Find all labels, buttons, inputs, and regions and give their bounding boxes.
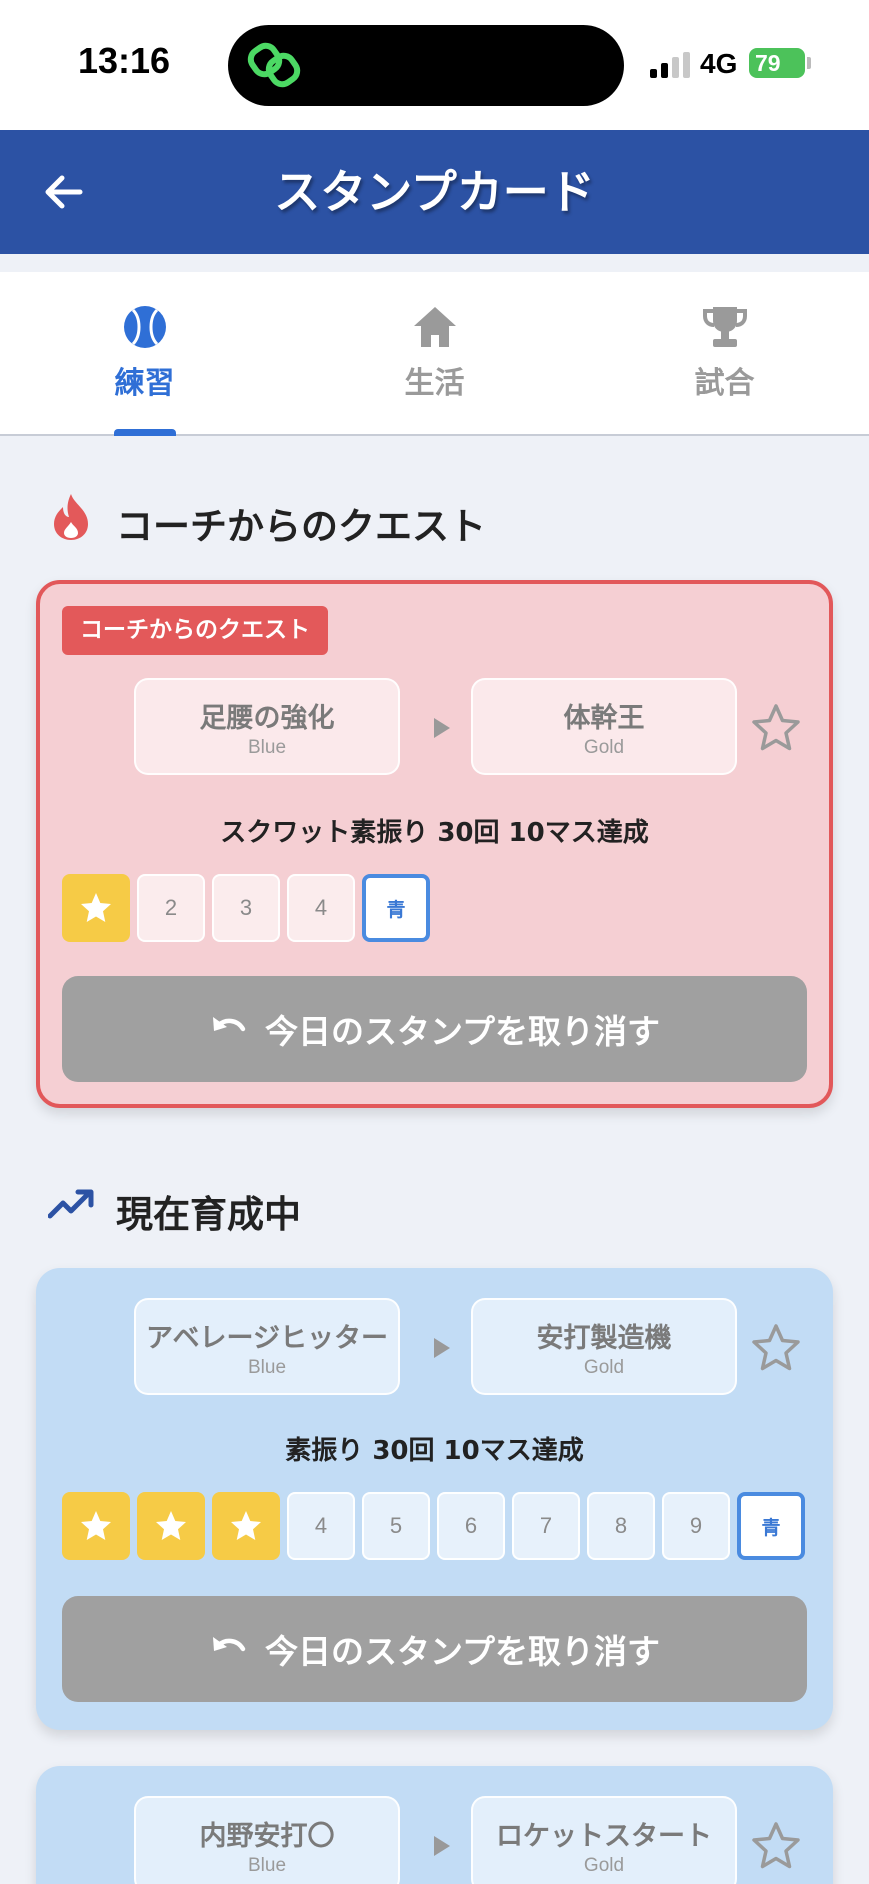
skill-from-box: 足腰の強化 Blue	[134, 678, 400, 775]
baseball-icon	[123, 306, 166, 348]
skill-from-box: アベレージヒッター Blue	[134, 1298, 400, 1395]
arrow-right-icon	[434, 718, 450, 738]
star-outline-icon[interactable]	[750, 702, 802, 754]
network-type: 4G	[700, 48, 738, 79]
section-title: 現在育成中	[116, 1193, 301, 1236]
training-goal-text: 素振り 30回 10マス達成	[285, 1436, 584, 1466]
skill-rank: Blue	[247, 737, 287, 758]
tab-bar: 練習 生活 試合	[0, 272, 869, 436]
quest-card: コーチからのクエスト 足腰の強化 Blue 体幹王 Gold スクワット素振り …	[36, 580, 833, 1108]
skill-rank: Gold	[583, 737, 625, 758]
stamp-empty[interactable]: 8	[587, 1492, 655, 1560]
stamp-empty[interactable]: 6	[437, 1492, 505, 1560]
star-outline-icon[interactable]	[750, 1820, 802, 1872]
skill-to-box: ロケットスタート Gold	[471, 1796, 737, 1884]
undo-stamp-button[interactable]: 今日のスタンプを取り消す	[62, 1596, 807, 1702]
trophy-icon	[702, 307, 747, 347]
skill-name: 体幹王	[563, 703, 645, 734]
stamp-empty[interactable]: 4	[287, 874, 355, 942]
star-icon	[231, 1511, 261, 1540]
star-icon	[81, 893, 111, 922]
stamp-empty[interactable]: 9	[662, 1492, 730, 1560]
skill-name: アベレージヒッター	[146, 1323, 388, 1354]
trending-up-icon	[48, 1189, 94, 1219]
training-card: アベレージヒッター Blue 安打製造機 Gold 素振り 30回 10マス達成…	[36, 1268, 833, 1730]
page-title: スタンプカード	[274, 165, 595, 219]
skill-to-box: 体幹王 Gold	[471, 678, 737, 775]
dynamic-island	[228, 25, 624, 106]
undo-label: 今日のスタンプを取り消す	[264, 1012, 660, 1051]
fire-icon	[54, 494, 88, 540]
stamp-empty[interactable]: 7	[512, 1492, 580, 1560]
link-app-icon	[247, 42, 301, 88]
back-arrow-icon[interactable]	[36, 164, 92, 220]
skill-rank: Gold	[583, 1357, 625, 1378]
stamp-filled[interactable]	[62, 874, 130, 942]
stamp-filled[interactable]	[62, 1492, 130, 1560]
skill-from-box: 内野安打〇 Blue	[134, 1796, 400, 1884]
arrow-right-icon	[434, 1338, 450, 1358]
battery-level: 79	[755, 50, 781, 76]
skill-rank: Blue	[247, 1357, 287, 1378]
tab-match[interactable]: 試合	[580, 272, 869, 434]
star-icon	[156, 1511, 186, 1540]
stamp-empty[interactable]: 3	[212, 874, 280, 942]
tab-label: 練習	[114, 366, 175, 401]
battery-indicator: 79	[749, 48, 805, 78]
star-icon	[81, 1511, 111, 1540]
star-outline-icon[interactable]	[750, 1322, 802, 1374]
tab-life[interactable]: 生活	[290, 272, 579, 434]
tab-practice[interactable]: 練習	[0, 272, 289, 436]
skill-to-box: 安打製造機 Gold	[471, 1298, 737, 1395]
tab-label: 試合	[694, 366, 755, 401]
active-tab-indicator	[114, 429, 176, 436]
skill-name: 足腰の強化	[199, 703, 335, 734]
skill-name: 内野安打〇	[199, 1821, 335, 1852]
quest-badge: コーチからのクエスト	[62, 606, 328, 655]
cellular-signal-icon	[650, 52, 690, 78]
app-header: スタンプカード	[0, 130, 869, 254]
stamp-goal[interactable]: 青	[362, 874, 430, 942]
battery-cap	[807, 57, 811, 69]
status-bar: 13:16 4G 79	[0, 0, 869, 130]
home-icon	[413, 307, 456, 347]
stamp-goal[interactable]: 青	[737, 1492, 805, 1560]
stamp-empty[interactable]: 2	[137, 874, 205, 942]
arrow-right-icon	[434, 1836, 450, 1856]
stamp-filled[interactable]	[212, 1492, 280, 1560]
quest-goal-text: スクワット素振り 30回 10マス達成	[220, 818, 649, 848]
skill-name: ロケットスタート	[496, 1821, 712, 1852]
skill-rank: Blue	[247, 1855, 287, 1876]
training-card: 内野安打〇 Blue ロケットスタート Gold	[36, 1766, 833, 1884]
section-title: コーチからのクエスト	[116, 505, 486, 548]
skill-rank: Gold	[583, 1855, 625, 1876]
undo-stamp-button[interactable]: 今日のスタンプを取り消す	[62, 976, 807, 1082]
stamp-empty[interactable]: 5	[362, 1492, 430, 1560]
undo-label: 今日のスタンプを取り消す	[264, 1632, 660, 1671]
stamp-filled[interactable]	[137, 1492, 205, 1560]
undo-icon	[212, 1017, 246, 1032]
stamp-empty[interactable]: 4	[287, 1492, 355, 1560]
status-time: 13:16	[78, 40, 171, 81]
undo-icon	[212, 1637, 246, 1652]
tab-label: 生活	[404, 366, 465, 401]
skill-name: 安打製造機	[536, 1323, 672, 1354]
